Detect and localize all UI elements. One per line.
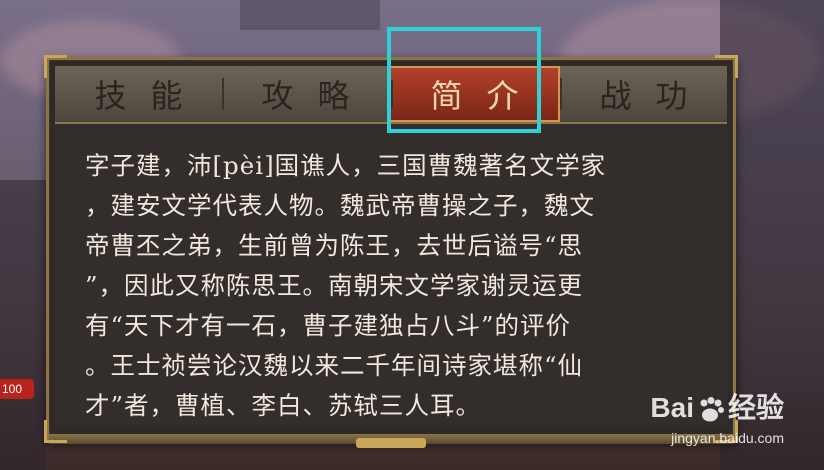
tab-achievements[interactable]: 战功 — [560, 66, 727, 122]
tab-highlight-box — [387, 27, 541, 133]
corner-ornament — [44, 420, 67, 443]
intro-line: 有“天下才有一石，曹子建独占八斗”的评价 — [85, 311, 572, 340]
watermark-brand-right: 经验 — [727, 392, 784, 423]
panel-bottom-ornament — [356, 438, 426, 448]
intro-line: ”，因此又称陈思王。南朝宋文学家谢灵运更 — [85, 271, 584, 300]
baidu-paw-icon — [700, 396, 724, 422]
intro-line: 字子建，沛[pèi]国谯人，三国曹魏著名文学家 — [85, 151, 607, 180]
side-badge: 100 — [0, 379, 34, 399]
watermark-brand-left: Bai — [650, 392, 694, 423]
intro-line: 。王士祯尝论汉魏以来二千年间诗家堪称“仙 — [85, 351, 584, 380]
intro-content: 字子建，沛[pèi]国谯人，三国曹魏著名文学家 ，建安文学代表人物。魏武帝曹操之… — [55, 124, 727, 426]
tab-strategy[interactable]: 攻略 — [222, 66, 389, 122]
corner-ornament — [715, 55, 738, 78]
tab-skills[interactable]: 技能 — [55, 66, 222, 122]
intro-line: ，建安文学代表人物。魏武帝曹操之子，魏文 — [85, 191, 595, 220]
intro-line: 才”者，曹植、李白、苏轼三人耳。 — [85, 391, 482, 420]
intro-line: 帝曹丕之弟，生前曾为陈王，去世后谥号“思 — [85, 231, 584, 260]
corner-ornament — [44, 55, 67, 78]
baidu-jingyan-watermark: Bai 经验 jingyan.baidu.com — [650, 386, 784, 446]
watermark-url: jingyan.baidu.com — [671, 430, 784, 446]
